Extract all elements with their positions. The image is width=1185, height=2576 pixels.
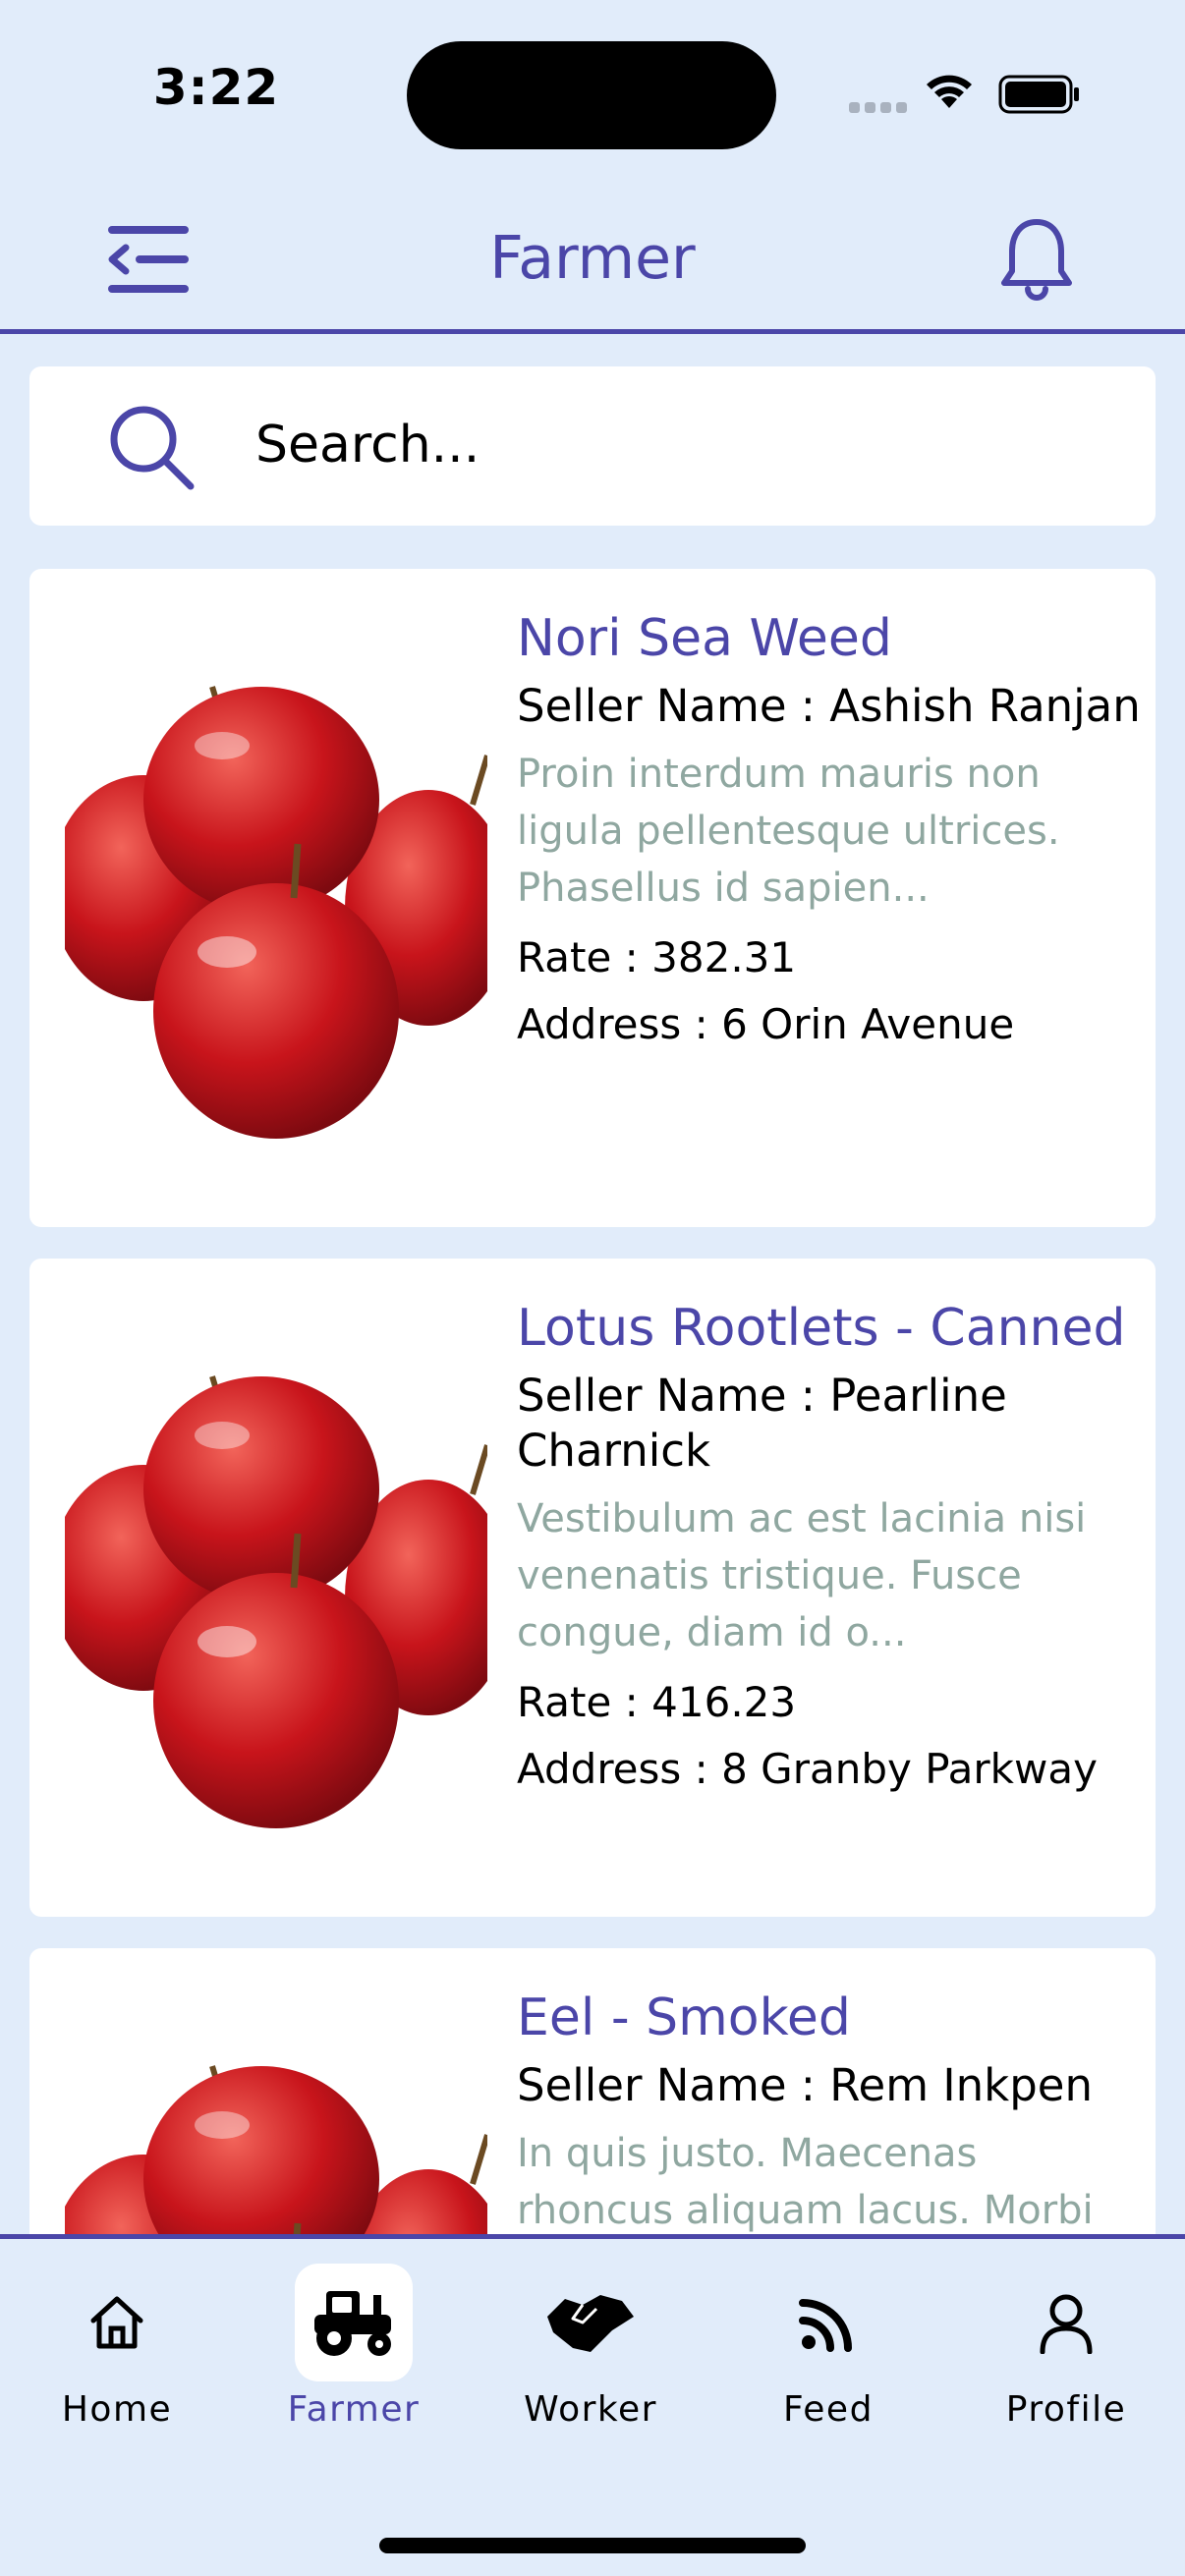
product-description: Proin interdum mauris non ligula pellent… xyxy=(517,752,1060,911)
nav-item-feed[interactable]: Feed xyxy=(730,2264,927,2440)
nav-item-worker[interactable]: Worker xyxy=(492,2264,689,2440)
product-title: Nori Sea Weed xyxy=(517,609,892,668)
nav-item-home[interactable]: Home xyxy=(19,2264,215,2440)
search-input[interactable] xyxy=(255,398,1120,492)
product-address: Address : 8 Granby Parkway xyxy=(517,1745,1098,1793)
product-address: Address : 6 Orin Avenue xyxy=(517,1000,1015,1048)
product-card[interactable]: Eel - Smoked Seller Name : Rem Inkpen In… xyxy=(29,1948,1156,2234)
search-icon xyxy=(110,406,195,490)
user-icon xyxy=(1040,2294,1093,2354)
home-icon xyxy=(90,2296,143,2349)
product-rate: Rate : 416.23 xyxy=(517,1678,797,1726)
nav-label: Worker xyxy=(524,2389,657,2430)
product-description: In quis justo. Maecenas rhoncus aliquam … xyxy=(517,2131,1094,2233)
nav-item-farmer[interactable]: Farmer xyxy=(255,2264,452,2440)
battery-icon xyxy=(998,75,1079,114)
bell-icon[interactable] xyxy=(992,214,1081,303)
product-image xyxy=(65,2065,487,2234)
nav-label: Farmer xyxy=(287,2389,421,2430)
nav-label: Home xyxy=(61,2389,173,2430)
product-list[interactable]: Nori Sea Weed Seller Name : Ashish Ranja… xyxy=(0,550,1185,2234)
home-indicator[interactable] xyxy=(379,2538,806,2553)
nav-divider xyxy=(0,2234,1185,2239)
header-divider xyxy=(0,329,1185,334)
product-card[interactable]: Nori Sea Weed Seller Name : Ashish Ranja… xyxy=(29,569,1156,1227)
app-header: Farmer xyxy=(0,187,1185,332)
status-time: 3:22 xyxy=(152,59,280,116)
handshake-icon xyxy=(547,2295,634,2352)
tractor-icon xyxy=(314,2291,391,2356)
menu-collapse-icon[interactable] xyxy=(98,220,197,299)
seller-name: Seller Name : Pearline Charnick xyxy=(517,1370,1007,1477)
product-description: Vestibulum ac est lacinia nisi venenatis… xyxy=(517,1496,1087,1655)
product-title: Lotus Rootlets - Canned xyxy=(517,1299,1126,1358)
nav-label: Feed xyxy=(783,2389,874,2430)
product-title: Eel - Smoked xyxy=(517,1988,851,2047)
wifi-icon xyxy=(927,75,972,108)
product-image xyxy=(65,1375,487,1828)
rss-feed-icon xyxy=(799,2299,852,2352)
cellular-signal-icon xyxy=(849,102,908,114)
dynamic-island xyxy=(407,41,776,149)
nav-label: Profile xyxy=(1005,2389,1127,2430)
product-image xyxy=(65,686,487,1139)
page-title: Farmer xyxy=(489,224,696,293)
seller-name: Seller Name : Rem Inkpen xyxy=(517,2059,1093,2111)
product-rate: Rate : 382.31 xyxy=(517,933,797,981)
product-card[interactable]: Lotus Rootlets - Canned Seller Name : Pe… xyxy=(29,1259,1156,1917)
bottom-nav: Home Farmer Worker Feed Profile xyxy=(0,2234,1185,2576)
status-bar: 3:22 xyxy=(0,0,1185,187)
search-bar[interactable] xyxy=(29,366,1156,526)
seller-name: Seller Name : Ashish Ranjan xyxy=(517,680,1141,732)
nav-item-profile[interactable]: Profile xyxy=(968,2264,1164,2440)
